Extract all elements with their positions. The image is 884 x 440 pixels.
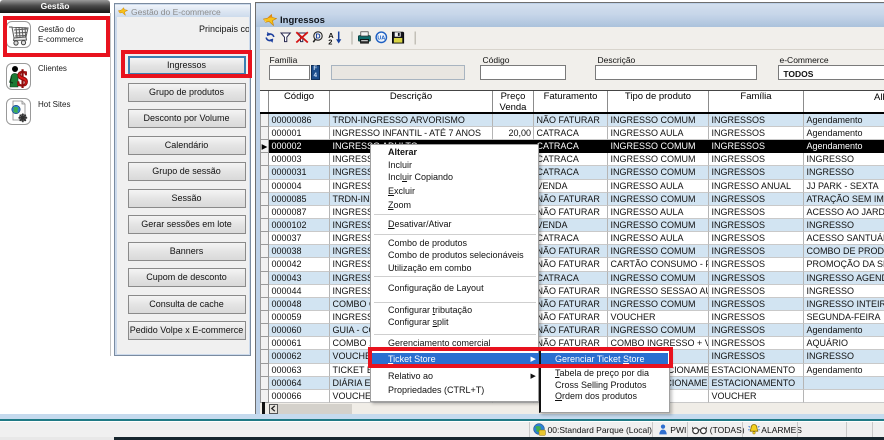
svg-text:D: D — [315, 33, 320, 40]
svg-text:2: 2 — [328, 37, 332, 46]
svg-text:UA: UA — [377, 35, 385, 41]
svg-text:$: $ — [17, 66, 28, 89]
